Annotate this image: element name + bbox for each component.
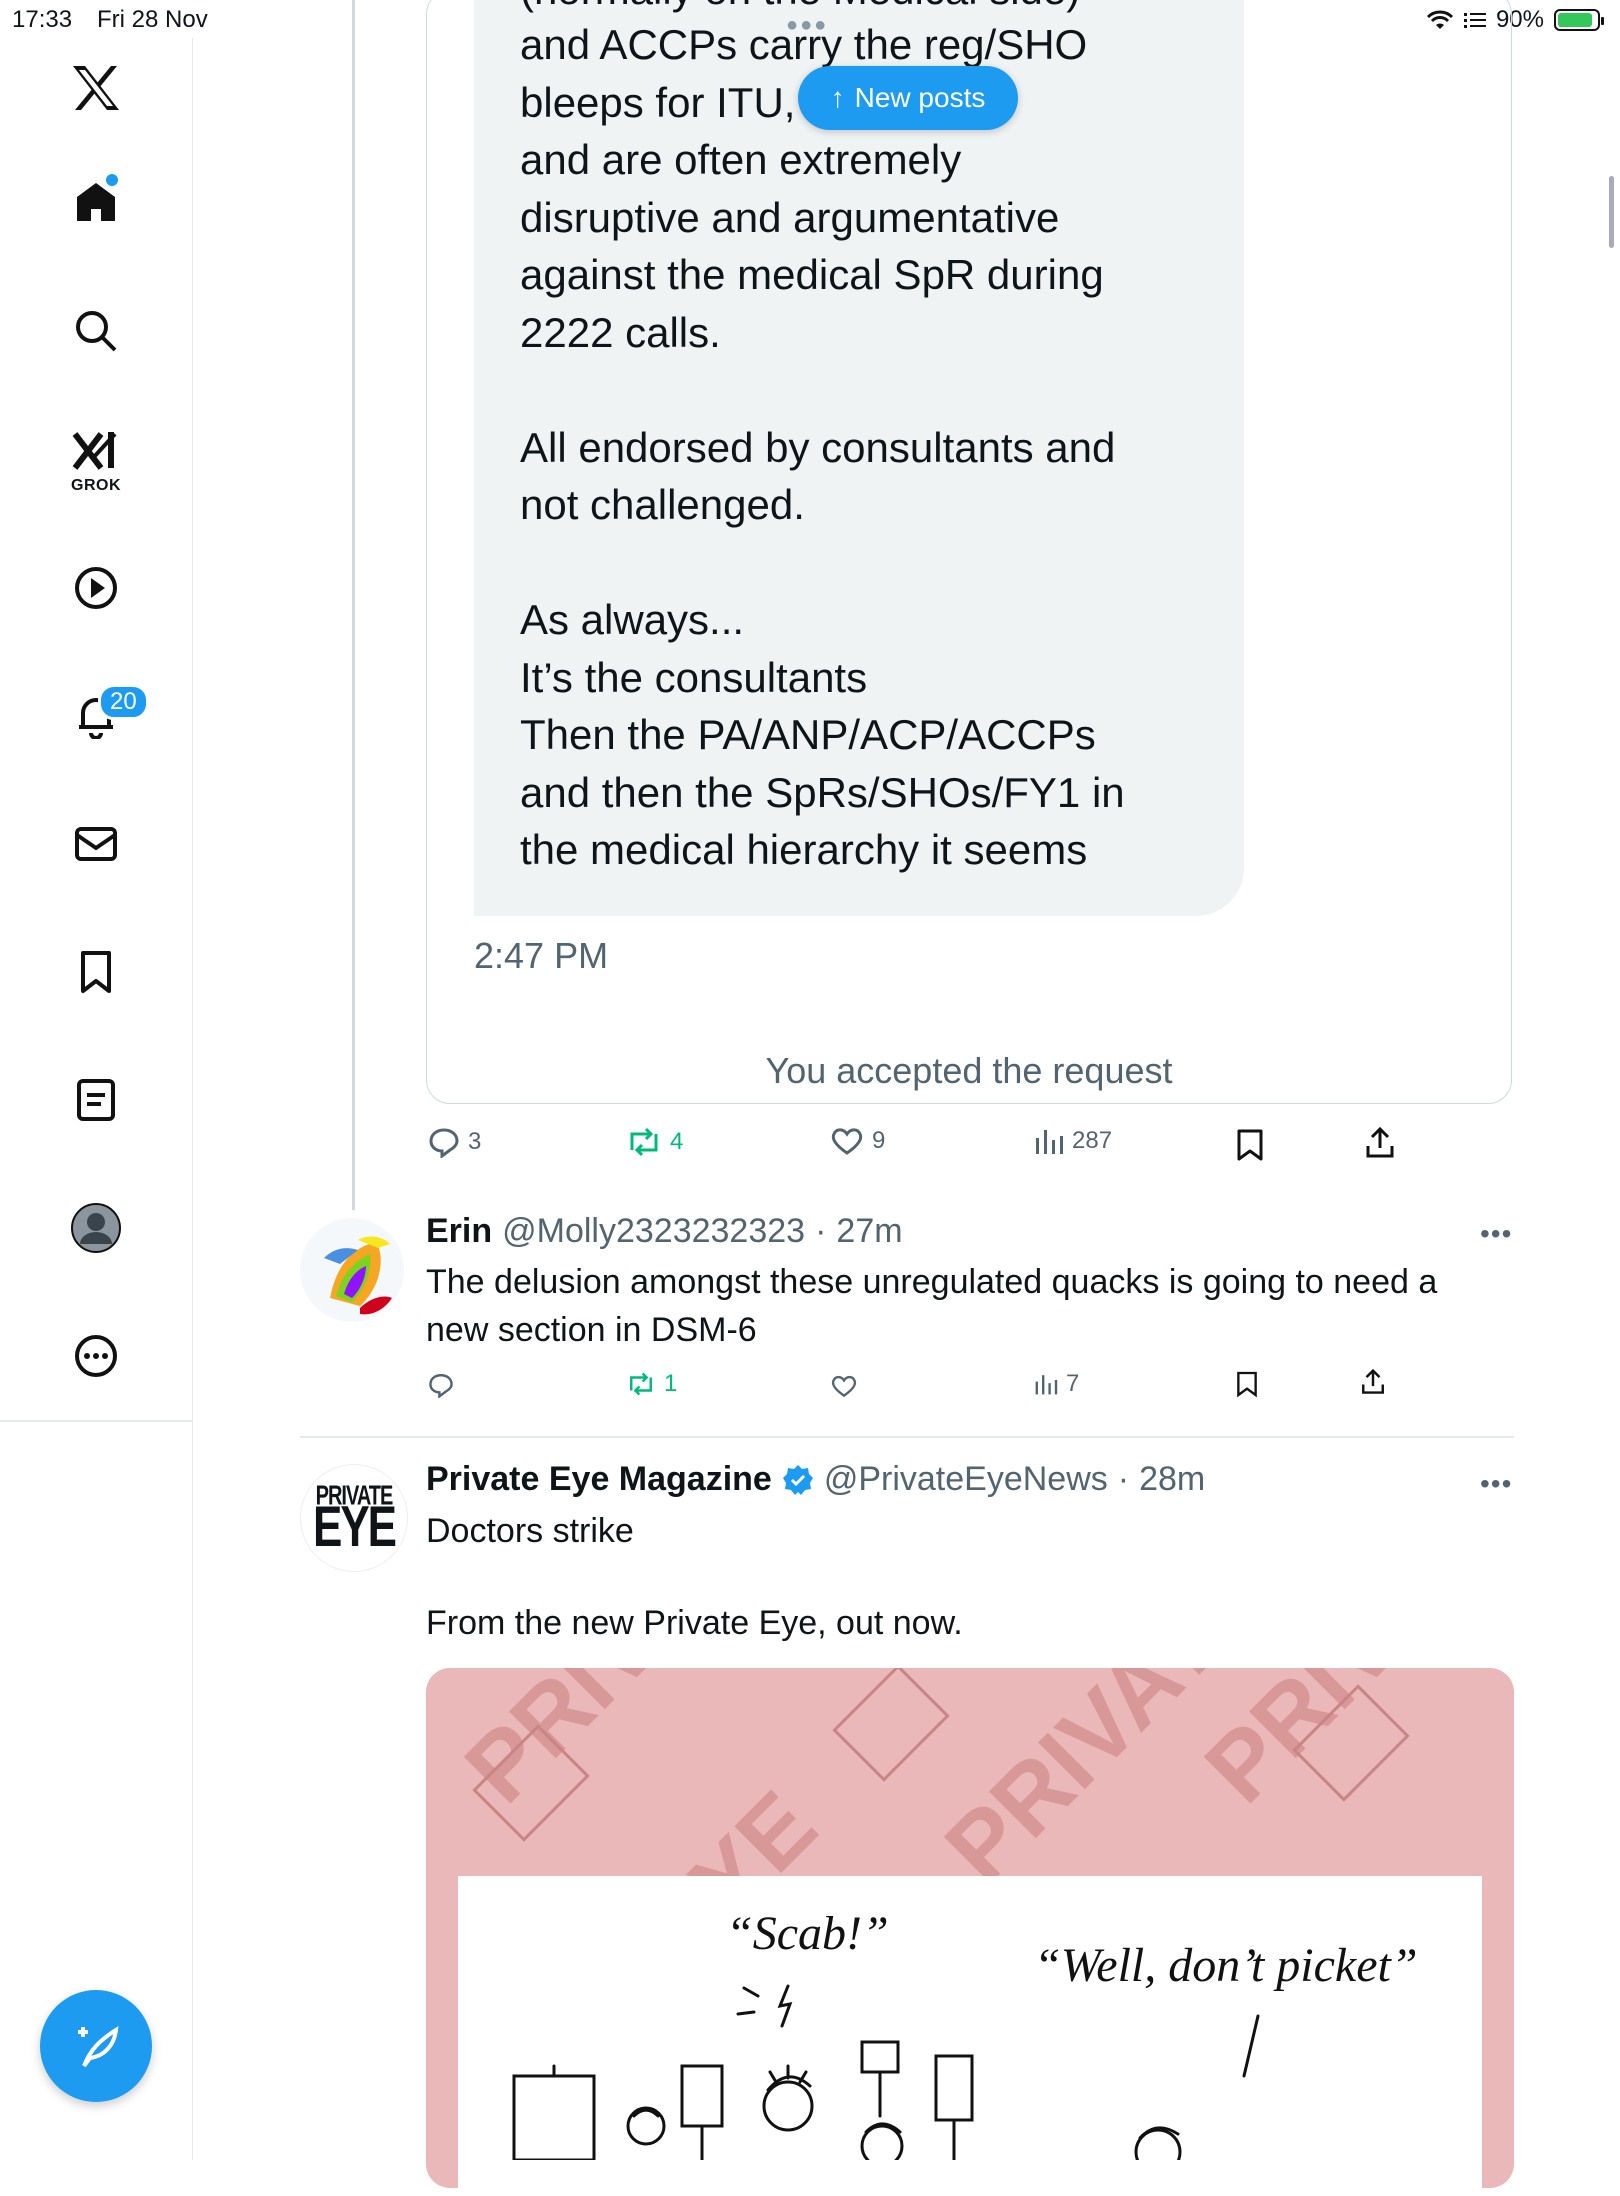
private-eye-display-name[interactable]: Private Eye Magazine	[426, 1460, 772, 1499]
heart-icon	[831, 1375, 857, 1398]
erin-repost-button[interactable]: 1	[626, 1370, 677, 1398]
reply-icon	[429, 1128, 459, 1158]
private-eye-avatar[interactable]: PRIVATE EYE	[300, 1464, 408, 1572]
erin-reply-button[interactable]	[428, 1372, 462, 1398]
thread-line	[352, 0, 355, 1210]
heart-icon	[831, 1128, 863, 1155]
tweet-divider	[300, 1436, 1514, 1438]
new-posts-button[interactable]: ↑ New posts	[798, 66, 1018, 130]
repost-button[interactable]: 4	[626, 1126, 683, 1158]
grok-label: GROK	[71, 477, 121, 494]
erin-handle[interactable]: @Molly2323232323	[502, 1212, 805, 1251]
home-notification-dot	[106, 174, 118, 186]
video-play-icon[interactable]	[70, 562, 122, 614]
erin-share-button[interactable]	[1360, 1368, 1386, 1401]
erin-repost-count: 1	[664, 1370, 678, 1397]
drag-handle-icon[interactable]: ●●●	[786, 14, 828, 37]
erin-time[interactable]: 27m	[836, 1212, 902, 1251]
verified-badge-icon	[782, 1464, 813, 1495]
new-posts-label: New posts	[854, 82, 986, 113]
accepted-request-text: You accepted the request	[765, 1050, 1173, 1091]
views-chart-icon	[1035, 1375, 1058, 1395]
private-eye-separator: ·	[1117, 1460, 1130, 1498]
views-button[interactable]: 287	[1034, 1126, 1112, 1156]
private-eye-more-options-icon[interactable]: •••	[1480, 1468, 1512, 1500]
grok-icon[interactable]	[70, 424, 122, 476]
views-chart-icon	[1036, 1130, 1063, 1154]
private-eye-time[interactable]: 28m	[1139, 1460, 1205, 1499]
reply-count: 3	[468, 1128, 482, 1155]
bookmark-icon	[1237, 1129, 1263, 1161]
like-button[interactable]: 9	[830, 1126, 885, 1156]
status-time: 17:33	[12, 6, 73, 33]
repost-count: 4	[670, 1128, 684, 1155]
notifications-badge: 20	[98, 684, 149, 720]
bookmarks-icon[interactable]	[70, 946, 122, 998]
private-eye-tweet-text: Doctors strike From the new Private Eye,…	[426, 1512, 963, 1642]
erin-more-options-icon[interactable]: •••	[1480, 1218, 1512, 1250]
x-logo-icon[interactable]	[70, 62, 122, 114]
erin-tweet-text: The delusion amongst these unregulated q…	[426, 1263, 1438, 1349]
more-options-icon[interactable]	[70, 1330, 122, 1382]
erin-views-count: 7	[1066, 1370, 1080, 1397]
avatar-text-bottom: EYE	[312, 1495, 397, 1560]
status-date: Fri 28 Nov	[97, 6, 208, 33]
erin-display-name[interactable]: Erin	[426, 1212, 492, 1251]
repost-icon	[630, 1372, 652, 1396]
reply-icon	[429, 1374, 453, 1398]
profile-avatar-icon[interactable]	[70, 1202, 122, 1254]
reply-button[interactable]: 3	[428, 1126, 481, 1158]
share-icon	[1366, 1126, 1394, 1158]
svg-text:PRIVATE: PRIVATE	[1185, 1668, 1514, 1823]
message-top-partial: (normally on the Medical side)	[520, 0, 1080, 14]
erin-separator: ·	[815, 1212, 827, 1250]
compose-post-button[interactable]	[40, 1990, 152, 2102]
erin-header: Erin @Molly2323232323 · 27m	[426, 1212, 903, 1251]
private-eye-handle[interactable]: @PrivateEyeNews	[824, 1460, 1108, 1499]
messages-mail-icon[interactable]	[70, 818, 122, 870]
views-count: 287	[1072, 1127, 1113, 1154]
erin-views-button[interactable]: 7	[1034, 1370, 1079, 1398]
battery-icon	[1554, 9, 1604, 31]
like-count: 9	[872, 1127, 886, 1154]
search-icon[interactable]	[70, 305, 122, 357]
bookmark-button[interactable]	[1236, 1128, 1264, 1167]
private-eye-header: Private Eye Magazine @PrivateEyeNews · 2…	[426, 1460, 1205, 1499]
erin-bookmark-button[interactable]	[1236, 1370, 1258, 1403]
scrollbar[interactable]	[1609, 176, 1614, 248]
message-time: 2:47 PM	[474, 935, 609, 976]
erin-avatar[interactable]	[300, 1218, 404, 1322]
message-body: and ACCPs carry the reg/SHO bleeps for I…	[520, 21, 1125, 873]
share-icon	[1362, 1368, 1384, 1394]
compose-feather-icon	[78, 2026, 119, 2068]
sidebar-divider	[0, 1420, 192, 1422]
cartoon-drawing	[512, 1984, 1260, 2160]
lists-icon[interactable]	[70, 1074, 122, 1126]
erin-like-button[interactable]	[830, 1374, 866, 1398]
repost-icon	[630, 1127, 658, 1157]
arrow-up-icon: ↑	[830, 82, 845, 113]
share-button[interactable]	[1364, 1126, 1396, 1165]
bookmark-icon	[1237, 1371, 1257, 1398]
